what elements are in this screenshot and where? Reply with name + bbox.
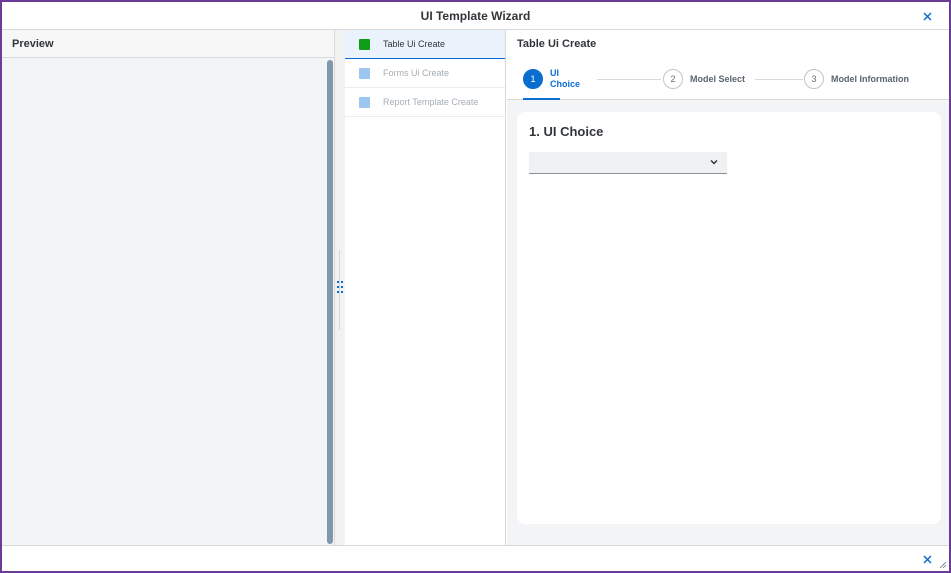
preview-pane: Preview <box>2 30 335 545</box>
wizard-step-number: 2 <box>663 69 683 89</box>
main-content: Table Ui Create 1 UI Choice 2 Model Sele… <box>507 30 949 545</box>
wizard-step-model-information[interactable]: 3 Model Information <box>804 58 909 100</box>
close-button[interactable] <box>917 6 937 26</box>
step-item-forms-ui-create[interactable]: Forms Ui Create <box>345 59 505 88</box>
dialog-footer <box>2 545 949 571</box>
main-title: Table Ui Create <box>517 38 597 50</box>
wizard-step-label: Model Information <box>831 73 909 84</box>
step-item-label: Table Ui Create <box>383 39 446 49</box>
close-icon <box>922 11 932 21</box>
step-status-icon <box>359 96 370 108</box>
wizard-connector <box>597 79 661 80</box>
ui-choice-select[interactable] <box>529 152 727 174</box>
wizard-step-ui-choice[interactable]: 1 UI Choice <box>523 58 580 100</box>
wizard-step-number: 3 <box>804 69 824 89</box>
wizard-connector <box>755 79 803 80</box>
wizard-step-label: UI Choice <box>550 68 581 89</box>
template-step-list: Table Ui Create Forms Ui Create Report T… <box>345 30 506 545</box>
preview-header: Preview <box>2 30 334 58</box>
wizard-dialog: UI Template Wizard Preview Table Ui Crea… <box>0 0 951 573</box>
dialog-titlebar: UI Template Wizard <box>2 2 949 30</box>
preview-scrollbar[interactable] <box>327 60 333 544</box>
main-header: Table Ui Create <box>507 30 949 58</box>
step-item-report-template-create[interactable]: Report Template Create <box>345 88 505 117</box>
wizard-step-label: Model Select <box>690 73 746 84</box>
step-item-table-ui-create[interactable]: Table Ui Create <box>345 30 505 59</box>
wizard-step-number: 1 <box>523 69 543 89</box>
section-title: 1. UI Choice <box>529 124 604 139</box>
splitter-grip-icon[interactable] <box>337 281 343 295</box>
resize-handle-icon[interactable] <box>939 561 947 569</box>
step-item-label: Report Template Create <box>383 97 479 107</box>
ui-choice-card: 1. UI Choice <box>517 112 941 524</box>
dialog-title: UI Template Wizard <box>420 8 531 23</box>
wizard-step-model-select[interactable]: 2 Model Select <box>663 58 745 100</box>
step-status-icon <box>359 67 370 79</box>
preview-title: Preview <box>12 37 54 50</box>
wizard-progress-bar: 1 UI Choice 2 Model Select 3 Model Infor… <box>507 58 949 100</box>
chevron-down-icon <box>710 159 718 165</box>
close-icon <box>922 554 932 564</box>
step-status-icon <box>359 38 370 50</box>
step-item-label: Forms Ui Create <box>383 68 450 78</box>
footer-close-button[interactable] <box>917 549 937 569</box>
pane-splitter[interactable] <box>335 30 345 545</box>
